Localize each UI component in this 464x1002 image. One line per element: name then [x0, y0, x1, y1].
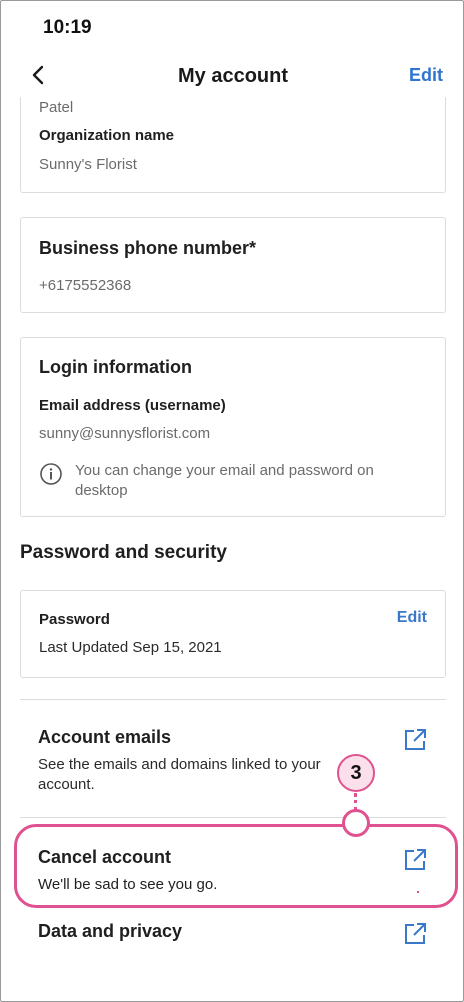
- password-card: Password Edit Last Updated Sep 15, 2021: [20, 590, 446, 678]
- email-address-value: sunny@sunnysflorist.com: [39, 425, 211, 442]
- organization-name-label: Organization name: [39, 127, 175, 144]
- edit-button[interactable]: Edit: [409, 65, 443, 86]
- info-icon: [40, 463, 62, 485]
- data-privacy-title: Data and privacy: [38, 921, 183, 941]
- login-information-card: Login information Email address (usernam…: [20, 337, 446, 517]
- status-bar-time: 10:19: [43, 17, 92, 38]
- highlight-dot: [417, 891, 419, 893]
- account-emails-description: See the emails and domains linked to you…: [38, 756, 321, 793]
- page-title: My account: [177, 65, 289, 87]
- highlight-outline: [14, 824, 458, 908]
- external-link-icon[interactable]: [402, 921, 428, 947]
- password-edit-button[interactable]: Edit: [397, 609, 427, 627]
- profile-card: Patel Organization name Sunny's Florist: [20, 97, 446, 193]
- divider: [20, 699, 446, 700]
- info-message: You can change your email and password o…: [75, 462, 374, 499]
- password-last-updated: Last Updated Sep 15, 2021: [39, 639, 222, 656]
- business-phone-card: Business phone number* +6175552368: [20, 217, 446, 313]
- last-name-value: Patel: [39, 99, 74, 116]
- external-link-icon[interactable]: [402, 727, 428, 753]
- account-emails-title: Account emails: [38, 727, 172, 747]
- password-security-heading: Password and security: [20, 542, 227, 563]
- password-label: Password: [39, 611, 110, 628]
- business-phone-value: +6175552368: [39, 277, 132, 294]
- callout-anchor: [342, 809, 370, 837]
- account-emails-row[interactable]: Account emails See the emails and domain…: [20, 727, 446, 797]
- data-privacy-row[interactable]: Data and privacy: [20, 921, 446, 951]
- organization-name-value: Sunny's Florist: [39, 156, 137, 173]
- top-app-bar: My account Edit: [1, 57, 463, 97]
- email-address-label: Email address (username): [39, 397, 226, 414]
- app-screen: 10:19 My account Edit Patel Organization…: [0, 0, 464, 1002]
- business-phone-label: Business phone number*: [39, 238, 257, 258]
- divider: [20, 817, 446, 818]
- login-information-title: Login information: [39, 357, 192, 377]
- step-number-badge: 3: [337, 754, 375, 792]
